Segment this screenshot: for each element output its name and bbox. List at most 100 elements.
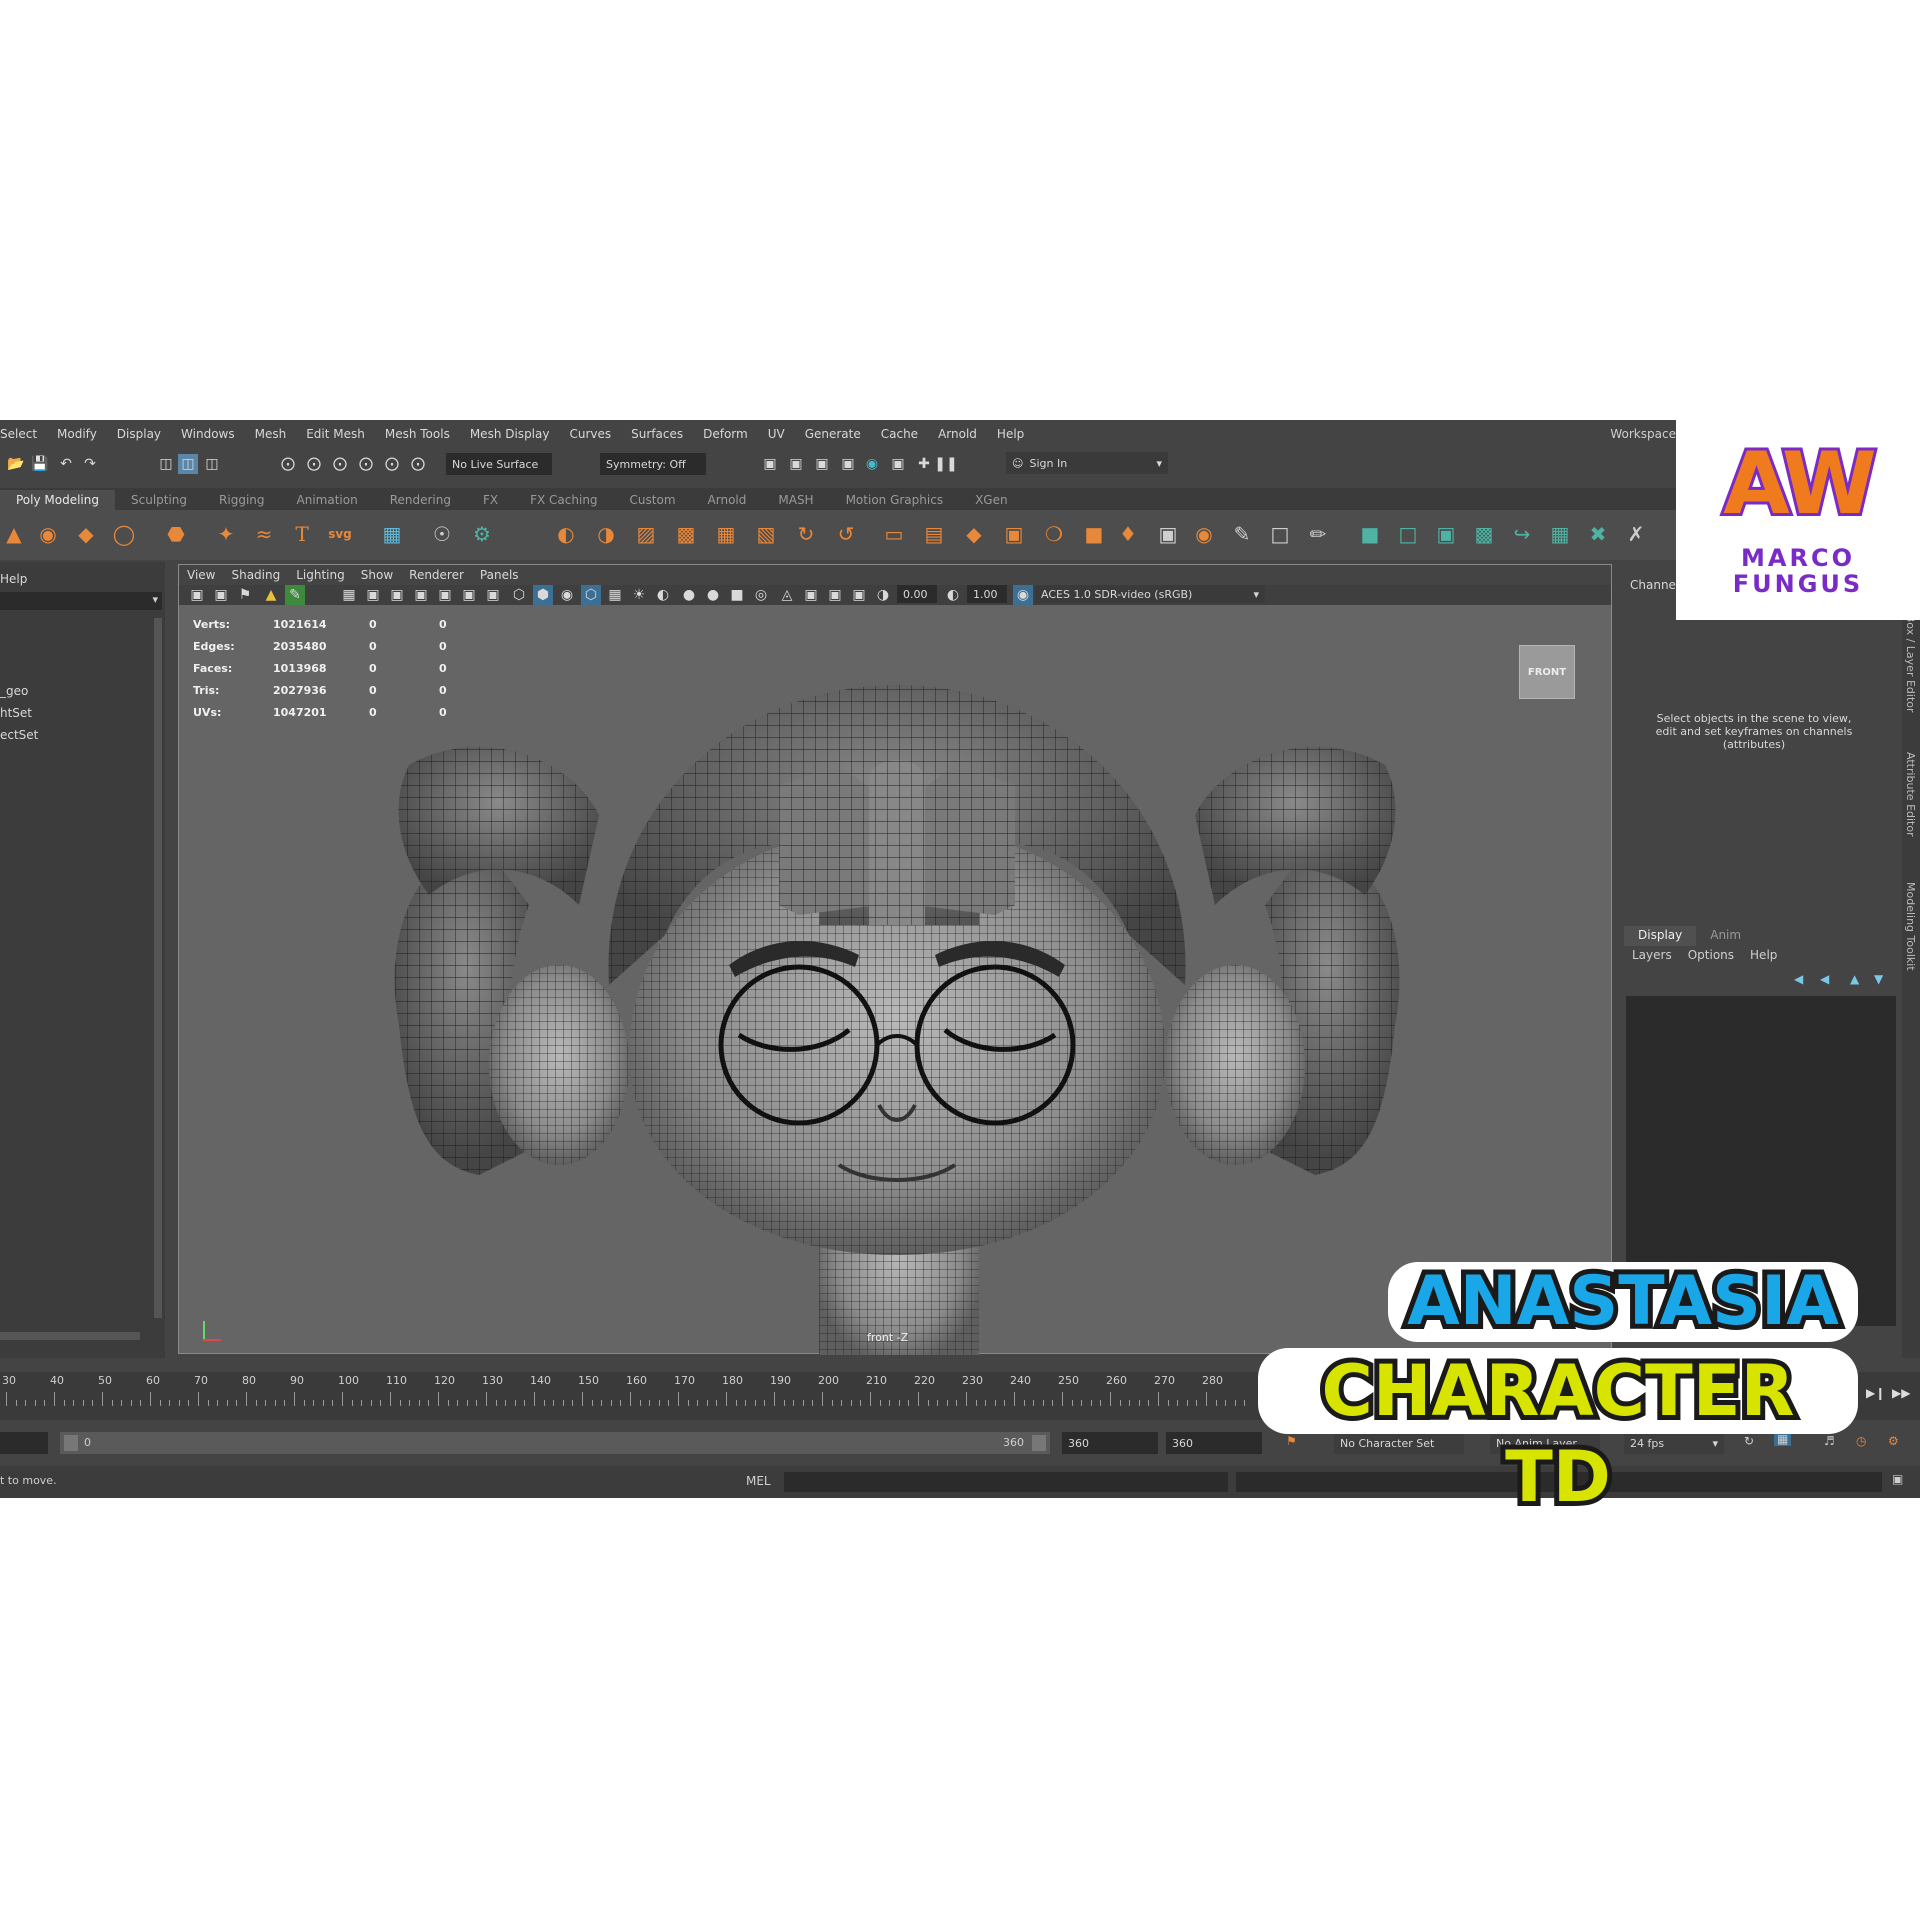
paint-icon[interactable]: ✏: [1304, 520, 1332, 548]
undo-icon[interactable]: ↶: [56, 454, 76, 474]
menu-edit-mesh[interactable]: Edit Mesh: [306, 427, 365, 441]
bounding-box-icon[interactable]: □: [1266, 520, 1294, 548]
smooth-shade-icon[interactable]: ⬢: [533, 585, 553, 605]
save-scene-icon[interactable]: 💾: [30, 454, 50, 474]
wireframe-icon[interactable]: ⬡: [509, 585, 529, 605]
shadows-icon[interactable]: ◐: [653, 585, 673, 605]
list-item[interactable]: htSet: [0, 706, 32, 720]
wireframe-on-shaded-icon[interactable]: ⬡: [581, 585, 601, 605]
superellipse-icon[interactable]: ✦: [212, 520, 240, 548]
xray-joints-icon[interactable]: ▣: [849, 585, 869, 605]
list-item[interactable]: ectSet: [0, 728, 38, 742]
tab-modeling-toolkit[interactable]: Modeling Toolkit: [1904, 882, 1917, 971]
quad-draw-icon[interactable]: ■: [1080, 520, 1108, 548]
xray-active-icon[interactable]: ▣: [825, 585, 845, 605]
move-layer-up-icon[interactable]: ▲: [1850, 972, 1859, 986]
menu-mesh-display[interactable]: Mesh Display: [470, 427, 550, 441]
command-input[interactable]: [784, 1472, 1228, 1492]
select-component-icon[interactable]: ◫: [202, 454, 222, 474]
uv-sew-icon[interactable]: ✗: [1622, 520, 1650, 548]
poly-plane-icon[interactable]: ◆: [72, 520, 100, 548]
ambient-occlusion-icon[interactable]: ●: [679, 585, 699, 605]
vp-menu-panels[interactable]: Panels: [480, 568, 519, 582]
gate-mask-icon[interactable]: ▣: [411, 585, 431, 605]
tab-mash[interactable]: MASH: [762, 490, 829, 510]
new-layer-selected-icon[interactable]: ◀: [1820, 972, 1829, 986]
gamma-field[interactable]: 1.00: [967, 585, 1007, 603]
combine-icon[interactable]: ☉: [428, 520, 456, 548]
bridge-icon[interactable]: ▩: [672, 520, 700, 548]
merge-icon[interactable]: ❍: [1040, 520, 1068, 548]
snap-point-icon[interactable]: ⨀: [330, 454, 350, 474]
range-start-handle[interactable]: [64, 1435, 78, 1451]
playback-end-field[interactable]: 360: [1166, 1432, 1262, 1454]
camera-icon[interactable]: ▣: [187, 585, 207, 605]
anim-prefs-icon[interactable]: ⚙: [1888, 1434, 1899, 1448]
uv-auto-icon[interactable]: ▩: [1470, 520, 1498, 548]
pencil-curve-icon[interactable]: ✎: [1228, 520, 1256, 548]
textured-icon[interactable]: ▦: [605, 585, 625, 605]
poly-platonic-icon[interactable]: ⬣: [162, 520, 190, 548]
tab-animation[interactable]: Animation: [281, 490, 374, 510]
menu-generate[interactable]: Generate: [805, 427, 861, 441]
live-surface-field[interactable]: No Live Surface: [446, 453, 552, 475]
svg-tool-icon[interactable]: svg: [326, 520, 354, 548]
move-layer-down-icon[interactable]: ▼: [1874, 972, 1883, 986]
mesh-grid-icon[interactable]: ▦: [378, 520, 406, 548]
image-plane-icon[interactable]: ▲: [261, 585, 281, 605]
snap-view-icon[interactable]: ⨀: [356, 454, 376, 474]
menu-curves[interactable]: Curves: [569, 427, 611, 441]
reduce-icon[interactable]: ◑: [592, 520, 620, 548]
menu-windows[interactable]: Windows: [181, 427, 235, 441]
vp-menu-show[interactable]: Show: [361, 568, 393, 582]
field-chart-icon[interactable]: ▣: [435, 585, 455, 605]
fps-dropdown[interactable]: 24 fps ▾: [1624, 1432, 1724, 1454]
mirror-icon[interactable]: ▨: [632, 520, 660, 548]
tab-display[interactable]: Display: [1624, 926, 1697, 946]
workspace-label[interactable]: Workspace:: [1610, 427, 1680, 441]
open-scene-icon[interactable]: 📂: [6, 454, 26, 474]
snap-surface-icon[interactable]: ⨀: [382, 454, 402, 474]
loop-icon[interactable]: ↻: [1744, 1434, 1754, 1448]
vp-menu-shading[interactable]: Shading: [231, 568, 280, 582]
sound-icon[interactable]: ♬: [1824, 1434, 1835, 1448]
tab-custom[interactable]: Custom: [614, 490, 692, 510]
center-pivot-icon[interactable]: ▣: [1154, 520, 1182, 548]
layers-menu[interactable]: Layers: [1632, 948, 1672, 962]
menu-display[interactable]: Display: [117, 427, 161, 441]
tab-xgen[interactable]: XGen: [959, 490, 1024, 510]
snap-grid-icon[interactable]: ⨀: [278, 454, 298, 474]
exposure-icon[interactable]: ◑: [873, 585, 893, 605]
slide-edge-icon[interactable]: ♦: [1114, 520, 1142, 548]
poly-torus-icon[interactable]: ◉: [34, 520, 62, 548]
help-menu[interactable]: Help: [1750, 948, 1777, 962]
offset-edge-icon[interactable]: ◆: [960, 520, 988, 548]
tab-motion-graphics[interactable]: Motion Graphics: [830, 490, 960, 510]
tab-sculpting[interactable]: Sculpting: [115, 490, 203, 510]
spiral-icon[interactable]: ≈: [250, 520, 278, 548]
uv-unfold-icon[interactable]: ↪: [1508, 520, 1536, 548]
outliner-menu-help[interactable]: Help: [0, 572, 27, 586]
new-layer-icon[interactable]: ◀: [1794, 972, 1803, 986]
bevel-icon[interactable]: ▦: [712, 520, 740, 548]
target-weld-icon[interactable]: ▣: [1000, 520, 1028, 548]
grid-icon[interactable]: ▦: [339, 585, 359, 605]
tab-poly-modeling[interactable]: Poly Modeling: [0, 490, 115, 510]
menu-modify[interactable]: Modify: [57, 427, 97, 441]
separate-icon[interactable]: ⚙: [468, 520, 496, 548]
uv-spherical-icon[interactable]: ▣: [1432, 520, 1460, 548]
default-material-icon[interactable]: ◉: [557, 585, 577, 605]
cache-playback-icon[interactable]: ▦: [1774, 1432, 1792, 1446]
tab-anim[interactable]: Anim: [1696, 926, 1755, 946]
symmetry-field[interactable]: Symmetry: Off: [600, 453, 706, 475]
menu-mesh[interactable]: Mesh: [255, 427, 287, 441]
step-forward-icon[interactable]: ▶▶: [1892, 1386, 1910, 1400]
poly-disc-icon[interactable]: ◯: [110, 520, 138, 548]
safe-title-icon[interactable]: ▣: [483, 585, 503, 605]
go-to-end-icon[interactable]: ▶❙: [1866, 1386, 1885, 1400]
vp-menu-lighting[interactable]: Lighting: [296, 568, 345, 582]
extrude-icon[interactable]: ▧: [752, 520, 780, 548]
render-settings-icon[interactable]: ▣: [838, 454, 858, 474]
pause-viewport-icon[interactable]: ❚❚: [934, 454, 957, 474]
isolate-select-icon[interactable]: ◬: [777, 585, 797, 605]
